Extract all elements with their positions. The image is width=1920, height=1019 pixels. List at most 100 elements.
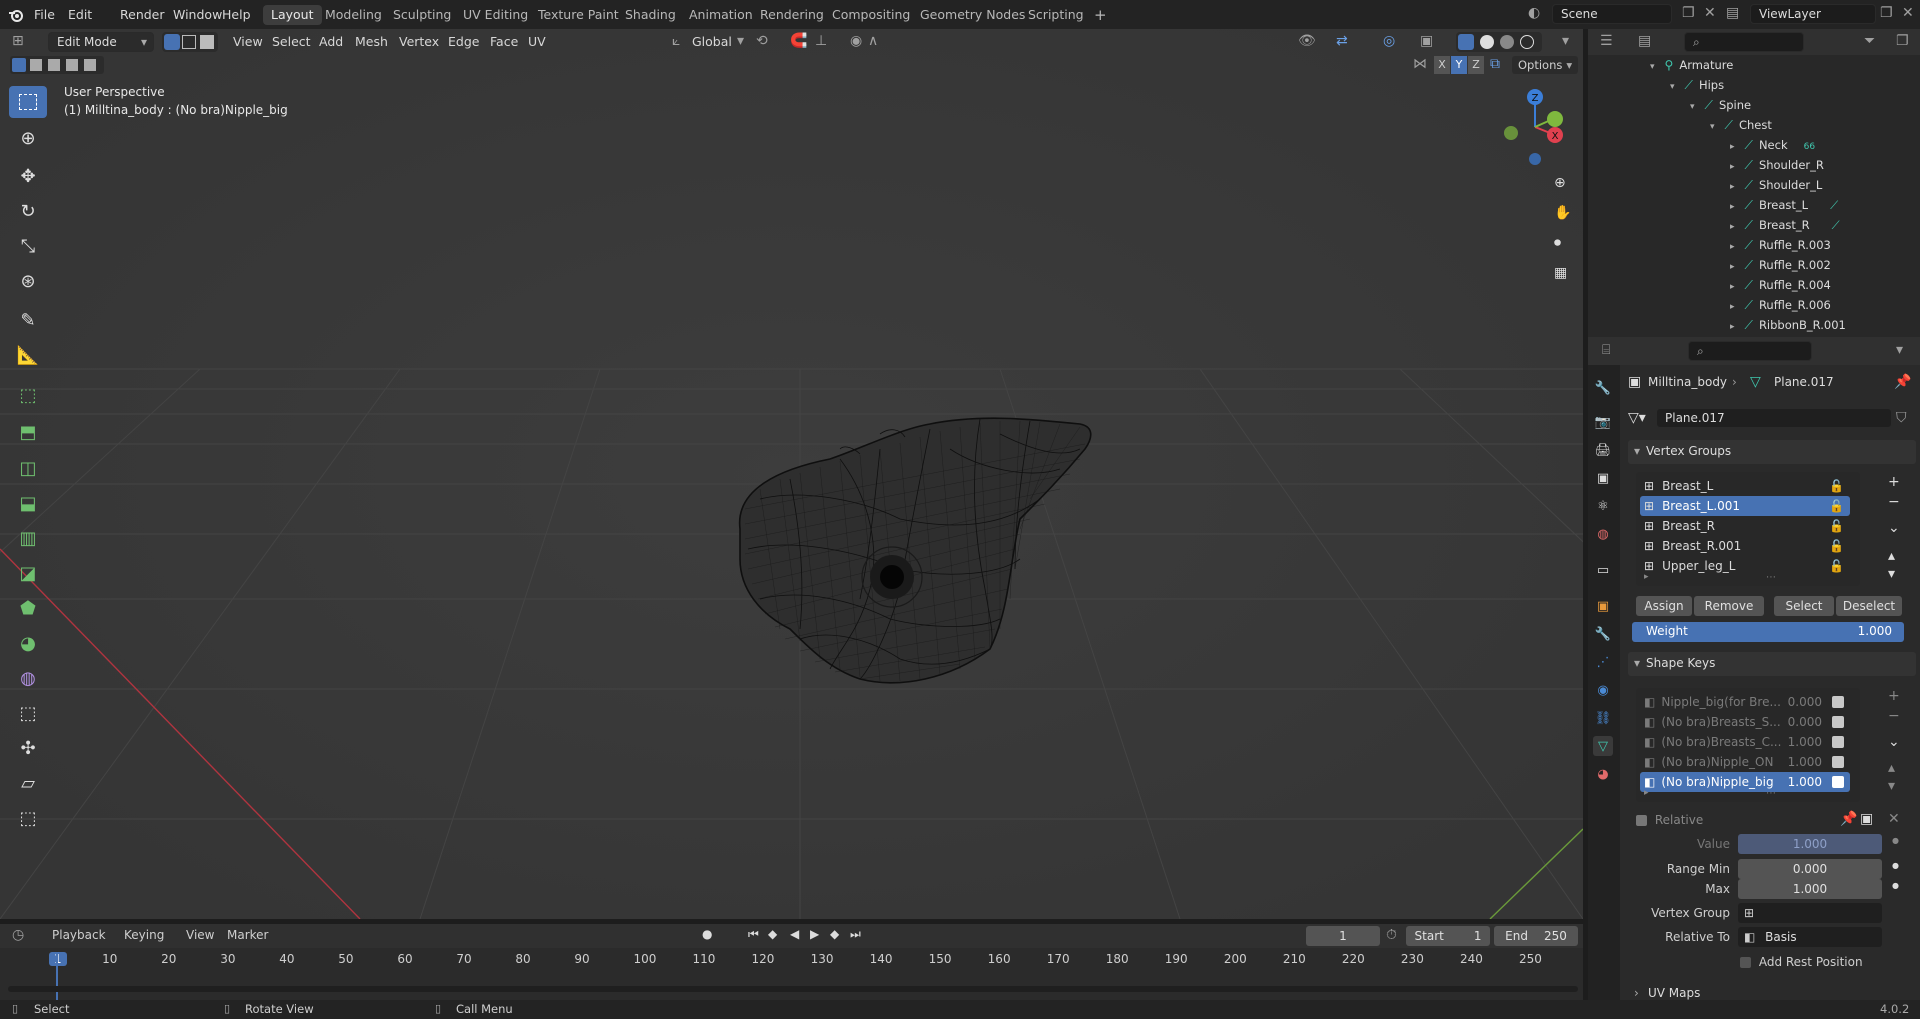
menu-select[interactable]: Select [272,29,311,55]
uv-maps-header[interactable]: › UV Maps [1628,986,1916,1000]
constraints-tab-icon[interactable]: ⛓ [1593,708,1613,728]
prev-keyframe-icon[interactable]: ◆ [768,927,777,941]
3d-viewport[interactable]: ⊞ Edit Mode ▾ View Select Add Mesh Verte… [0,29,1583,919]
tool-rip[interactable]: ⬚ [9,802,47,834]
solid-shading-icon[interactable] [1480,35,1494,49]
tool-shear[interactable]: ▱ [9,767,47,799]
range-min-field[interactable]: 0.000 [1738,859,1882,879]
shape-key-value[interactable]: 1.000 [1788,772,1822,792]
tool-spin[interactable]: ◕ [9,627,47,659]
tool-bevel[interactable]: ⬓ [9,487,47,519]
tab-scripting[interactable]: Scripting [1020,5,1092,25]
vertex-groups-header[interactable]: ▾ Vertex Groups [1628,440,1916,464]
new-collection-icon[interactable]: ❐ [1896,33,1909,49]
world-tab-icon[interactable]: ◍ [1593,524,1613,544]
editor-type-icon[interactable]: ⌸ [1602,342,1610,358]
menu-file[interactable]: File [34,0,55,29]
wireframe-shading-icon[interactable] [1458,34,1474,50]
tool-add-cube[interactable]: ⬚ [9,379,47,411]
outliner-item[interactable]: ▸ ⟋ Ruffle_R.002 [1730,255,1831,275]
visibility-icon[interactable]: 👁 [1298,33,1316,49]
properties-search[interactable]: ⌕ [1688,341,1812,361]
tab-uv-editing[interactable]: UV Editing [455,5,536,25]
remove-button[interactable]: Remove [1694,596,1764,616]
lock-icon[interactable]: 🔓 [1829,536,1844,556]
move-down-icon[interactable]: ▾ [1888,778,1895,794]
tool-scale[interactable]: ⤡ [9,230,47,262]
chevron-right-icon[interactable]: ▸ [1730,242,1735,252]
view-layer-field[interactable]: ViewLayer [1750,4,1876,24]
record-icon[interactable]: ● [702,927,712,941]
chevron-right-icon[interactable]: ▸ [1730,282,1735,292]
deselect-button[interactable]: Deselect [1836,596,1902,616]
menu-view-timeline[interactable]: View [186,928,214,942]
tool-shrink-fatten[interactable]: ✣ [9,732,47,764]
shape-key-value[interactable]: 0.000 [1788,712,1822,732]
delete-scene-icon[interactable]: ✕ [1704,5,1716,21]
tab-layout[interactable]: Layout [263,5,322,25]
resize-handle-icon[interactable]: ⋯ [1766,572,1776,583]
pin-icon[interactable]: 📌 [1840,811,1857,827]
view-layer-icon[interactable]: ▤ [1726,5,1739,21]
outliner-item[interactable]: ▸ ⟋ Neck 66 [1730,135,1815,155]
keyframe-dot-icon[interactable]: ● [1892,881,1899,890]
add-rest-position-checkbox[interactable]: Add Rest Position [1740,952,1900,972]
tab-texture-paint[interactable]: Texture Paint [530,5,627,25]
outliner-item[interactable]: ▸ ⟋ RibbonB_R.001 [1730,315,1846,335]
shape-key-enabled-checkbox[interactable] [1832,696,1844,708]
scene-tab-icon[interactable]: ⚛ [1593,496,1613,516]
chevron-down-icon[interactable]: ▾ [1896,342,1903,358]
object-tab-icon[interactable]: ▣ [1593,596,1613,616]
expand-icon[interactable]: ▸ [1644,788,1649,798]
menu-uv[interactable]: UV [528,29,546,55]
menu-marker[interactable]: Marker [227,928,268,942]
chevron-right-icon[interactable]: ▸ [1730,322,1735,332]
menu-vertex[interactable]: Vertex [399,29,439,55]
relative-checkbox[interactable]: Relative [1636,810,1756,830]
shape-key-item[interactable]: ◧ Nipple_big(for Bre... 0.000 [1640,692,1850,712]
chevron-down-icon[interactable]: ▾ [1562,33,1569,49]
max-field[interactable]: 1.000 [1738,879,1882,899]
vertex-group-item[interactable]: ⊞ Breast_L.001 🔓 [1640,496,1850,516]
mirror-x-toggle[interactable]: X [1434,56,1450,74]
vertex-group-item[interactable]: ⊞ Breast_R 🔓 [1640,516,1850,536]
outliner-item[interactable]: ▸ ⟋ Ruffle_R.004 [1730,275,1831,295]
tab-compositing[interactable]: Compositing [824,5,918,25]
mesh-browse-icon[interactable]: ▽▾ [1628,410,1646,426]
shape-key-enabled-checkbox[interactable] [1832,776,1844,788]
chevron-down-icon[interactable]: ▾ [1650,62,1655,72]
scene-field[interactable]: Scene [1552,4,1672,24]
lock-icon[interactable]: 🔓 [1829,556,1844,576]
outliner-search[interactable]: ⌕ [1684,32,1804,52]
lock-icon[interactable]: 🔓 [1829,476,1844,496]
shape-key-item[interactable]: ◧ (No bra)Nipple_ON 1.000 [1640,752,1850,772]
tab-sculpting[interactable]: Sculpting [385,5,459,25]
camera-icon[interactable]: ⏺ [1554,235,1561,251]
move-up-icon[interactable]: ▴ [1888,760,1895,776]
tab-rendering[interactable]: Rendering [752,5,832,25]
mode-dropdown[interactable]: Edit Mode ▾ [48,32,154,52]
tool-inset[interactable]: ◫ [9,452,47,484]
select-new-icon[interactable] [12,58,26,72]
shape-key-value[interactable]: 1.000 [1788,732,1822,752]
tool-poly-build[interactable]: ⬟ [9,592,47,624]
vertex-select-icon[interactable] [164,34,180,50]
filter-icon[interactable]: ⏷ [1864,33,1875,49]
play-reverse-icon[interactable]: ◀ [790,927,799,941]
mirror-z-toggle[interactable]: Z [1468,56,1484,74]
shape-key-specials-icon[interactable]: ⌄ [1888,734,1900,750]
shape-key-item[interactable]: ◧ (No bra)Nipple_big 1.000 [1640,772,1850,792]
vertex-group-item[interactable]: ⊞ Breast_L 🔓 [1640,476,1850,496]
tool-smooth[interactable]: ◍ [9,662,47,694]
outliner-item[interactable]: ▾ ⟋ Chest [1710,115,1772,135]
chevron-right-icon[interactable]: ▸ [1730,222,1735,232]
physics-tab-icon[interactable]: ◉ [1593,680,1613,700]
xray-icon[interactable]: ▣ [1420,33,1433,49]
mesh-name-field[interactable]: Plane.017 [1656,408,1892,428]
outliner-item[interactable]: ▸ ⟋ Ruffle_R.006 [1730,295,1831,315]
outliner-item[interactable]: ▸ ⟋ Shoulder_R [1730,155,1824,175]
vertex-group-field[interactable]: ⊞ [1738,903,1882,923]
clear-icon[interactable]: ✕ [1888,811,1900,827]
menu-help[interactable]: Help [222,0,251,29]
menu-face[interactable]: Face [490,29,518,55]
